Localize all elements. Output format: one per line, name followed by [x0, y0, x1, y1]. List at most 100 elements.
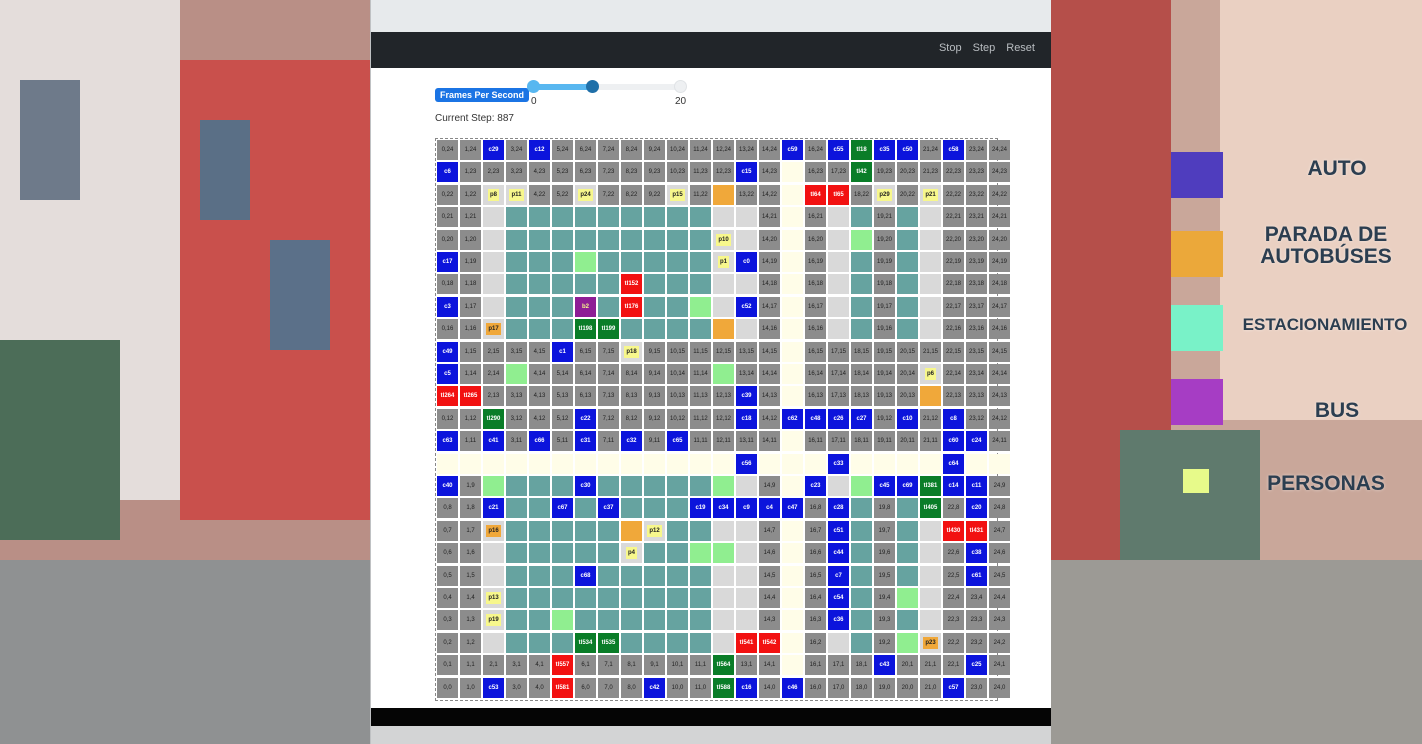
grid-cell-light-green: tl564 [713, 655, 734, 676]
grid-cell-parking [506, 274, 527, 295]
grid-cell-road: 14,20 [759, 229, 780, 250]
stop-link[interactable]: Stop [939, 42, 962, 54]
grid-cell-road: 13,14 [736, 364, 757, 384]
grid-cell-road: 23,22 [966, 184, 987, 205]
grid-cell-sidewalk [782, 565, 803, 586]
grid-cell-road: 19,8 [874, 498, 895, 519]
grid-cell-road: 12,23 [713, 162, 734, 183]
grid-cell-road: 21,11 [920, 431, 941, 452]
grid-cell-car: c8 [943, 408, 964, 429]
fps-slider[interactable] [527, 80, 687, 93]
grid-cell-road: 14,1 [759, 655, 780, 676]
grid-cell-parking [690, 520, 711, 541]
grid-cell-sidewalk [782, 274, 803, 295]
grid-cell-building [736, 588, 757, 608]
legend-swatch [1183, 469, 1209, 493]
grid-cell-road: 14,7 [759, 520, 780, 541]
person-token: p24 [578, 188, 593, 201]
person-token: p15 [670, 188, 685, 201]
grid-cell-road: 22,2 [943, 632, 964, 653]
grid-cell-road: 24,12 [989, 408, 1010, 429]
grid-cell-parking [506, 520, 527, 541]
grid-cell-car: c65 [667, 431, 688, 452]
person-token: p29 [877, 188, 892, 201]
grid-cell-building [736, 520, 757, 541]
grid-cell-road: 1,16 [460, 319, 481, 340]
grid-cell-grass [897, 588, 918, 608]
grid-cell-parking [644, 632, 665, 653]
grid-cell-road: 12,13 [713, 386, 734, 407]
grid-cell-parking [621, 498, 642, 519]
grid-cell-sidewalk [437, 453, 458, 474]
grid-cell-road: 22,1 [943, 655, 964, 676]
grid-cell-building [483, 543, 504, 564]
grid-cell-parking [667, 296, 688, 317]
grid-cell-light-green: tl199 [598, 319, 619, 340]
grid-cell-road: 7,23 [598, 162, 619, 183]
grid-cell-building [736, 319, 757, 340]
grid-cell-road: 24,11 [989, 431, 1010, 452]
grid-cell-grass [713, 364, 734, 384]
grid-cell-sidewalk [667, 453, 688, 474]
grid-cell-road: 8,1 [621, 655, 642, 676]
grid-cell-road: 5,24 [552, 140, 573, 160]
grid-cell-car: c66 [529, 431, 550, 452]
grid-cell-road: 23,23 [966, 162, 987, 183]
grid-cell-parking [552, 252, 573, 272]
grid-cell-road: 0,2 [437, 632, 458, 653]
grid-cell-road: 23,24 [966, 140, 987, 160]
grid-cell-parking [621, 610, 642, 631]
fps-slider-value-handle[interactable] [586, 80, 600, 93]
grid-cell-bus-stop: p23 [920, 632, 941, 653]
grid-cell-car: c22 [575, 408, 596, 429]
grid-cell-parking [552, 476, 573, 496]
grid-cell-road: 5,22 [552, 184, 573, 205]
grid-cell-light-green: tl42 [851, 162, 872, 183]
person-token: p1 [717, 256, 729, 268]
step-link[interactable]: Step [973, 42, 996, 54]
grid-cell-parking [644, 296, 665, 317]
grid-cell-bus-stop: p16 [483, 520, 504, 541]
grid-cell-parking [667, 207, 688, 228]
grid-cell-road: 19,20 [874, 229, 895, 250]
grid-cell-road: 6,13 [575, 386, 596, 407]
grid-cell-road: 13,24 [736, 140, 757, 160]
grid-cell-grass [506, 364, 527, 384]
grid-cell-parking [529, 319, 550, 340]
grid-cell-road: 9,12 [644, 408, 665, 429]
legend-label: AUTO [1307, 157, 1367, 180]
grid-cell-parking [851, 632, 872, 653]
grid-cell-car: c69 [897, 476, 918, 496]
grid-cell-light-red: tl542 [759, 632, 780, 653]
grid-cell-road: 20,0 [897, 677, 918, 698]
grid-cell-road: 14,19 [759, 252, 780, 272]
fps-slider-min-handle[interactable] [527, 80, 540, 93]
legend-swatch [1171, 231, 1223, 277]
grid-cell-car: c62 [782, 408, 803, 429]
grid-cell-road: 10,14 [667, 364, 688, 384]
grid-cell-road: 13,15 [736, 341, 757, 362]
grid-cell-road: 16,24 [805, 140, 826, 160]
grid-cell-parking [598, 520, 619, 541]
grid-cell-road: 17,15 [828, 341, 849, 362]
grid-cell-parking [598, 296, 619, 317]
grid-cell-parking [552, 588, 573, 608]
reset-link[interactable]: Reset [1006, 42, 1035, 54]
grid-cell-parking [690, 274, 711, 295]
grid-cell-road: 14,16 [759, 319, 780, 340]
grid-cell-road: 10,12 [667, 408, 688, 429]
grid-cell-parking [690, 252, 711, 272]
grid-cell-bus-stop [713, 184, 734, 205]
grid-cell-light-green: tl198 [575, 319, 596, 340]
grid-cell-sidewalk [575, 453, 596, 474]
fps-slider-max-handle[interactable] [674, 80, 687, 93]
grid-cell-parking [897, 498, 918, 519]
grid-cell-light-green: tl535 [598, 632, 619, 653]
grid-cell-parking [851, 565, 872, 586]
grid-cell-road: 23,13 [966, 386, 987, 407]
grid-cell-building [713, 588, 734, 608]
grid-cell-parking [644, 252, 665, 272]
grid-cell-sidewalk [782, 588, 803, 608]
grid-cell-road: 4,12 [529, 408, 550, 429]
grid-cell-parking [506, 565, 527, 586]
